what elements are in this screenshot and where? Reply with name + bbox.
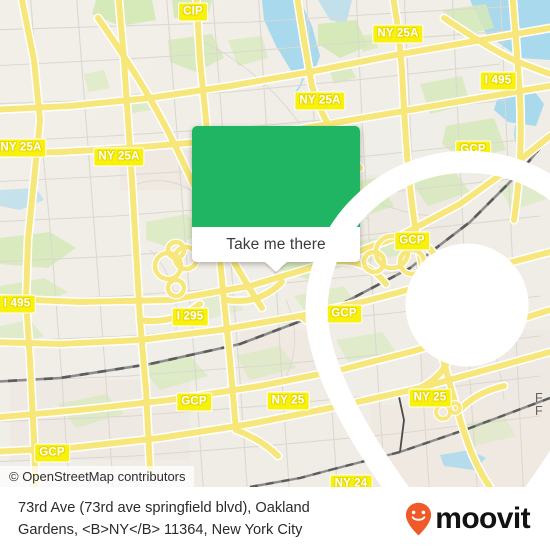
map-label-shield: I 495: [0, 294, 36, 314]
location-popup-card[interactable]: Take me there: [192, 126, 550, 487]
moovit-pin-icon: [406, 502, 432, 535]
popup-footer[interactable]: Take me there: [192, 227, 360, 272]
take-me-there-label: Take me there: [226, 235, 326, 253]
attribution-text: © OpenStreetMap contributors: [9, 469, 186, 484]
popup-tail-pointer: [265, 262, 287, 272]
address-line-1: 73rd Ave (73rd ave springfield blvd), Oa…: [18, 499, 310, 516]
map-label-shield: I 495: [479, 71, 517, 91]
map-screenshot: CIP NY 25A I 495 NY 25A NY 25A NY 25A GC…: [0, 0, 550, 550]
map-label-shield: NY 25A: [0, 138, 47, 158]
popup-header: [192, 126, 550, 487]
map-attribution: © OpenStreetMap contributors: [0, 466, 194, 487]
map-label-shield: GCP: [34, 443, 70, 463]
address-text: 73rd Ave (73rd ave springfield blvd), Oa…: [18, 497, 310, 541]
map-label-shield: NY 25A: [294, 91, 346, 111]
moovit-logo[interactable]: moovit: [405, 502, 538, 536]
map-canvas[interactable]: CIP NY 25A I 495 NY 25A NY 25A NY 25A GC…: [0, 0, 550, 487]
map-label-shield: NY 25A: [93, 147, 145, 167]
footer-bar: 73rd Ave (73rd ave springfield blvd), Oa…: [0, 487, 550, 550]
map-label-shield: CIP: [178, 2, 208, 22]
map-pin-icon: [305, 150, 550, 487]
map-label-shield: NY 25A: [372, 24, 424, 44]
moovit-wordmark: moovit: [435, 501, 530, 535]
address-line-2: Gardens, <B>NY</B> 11364, New York City: [18, 521, 303, 538]
